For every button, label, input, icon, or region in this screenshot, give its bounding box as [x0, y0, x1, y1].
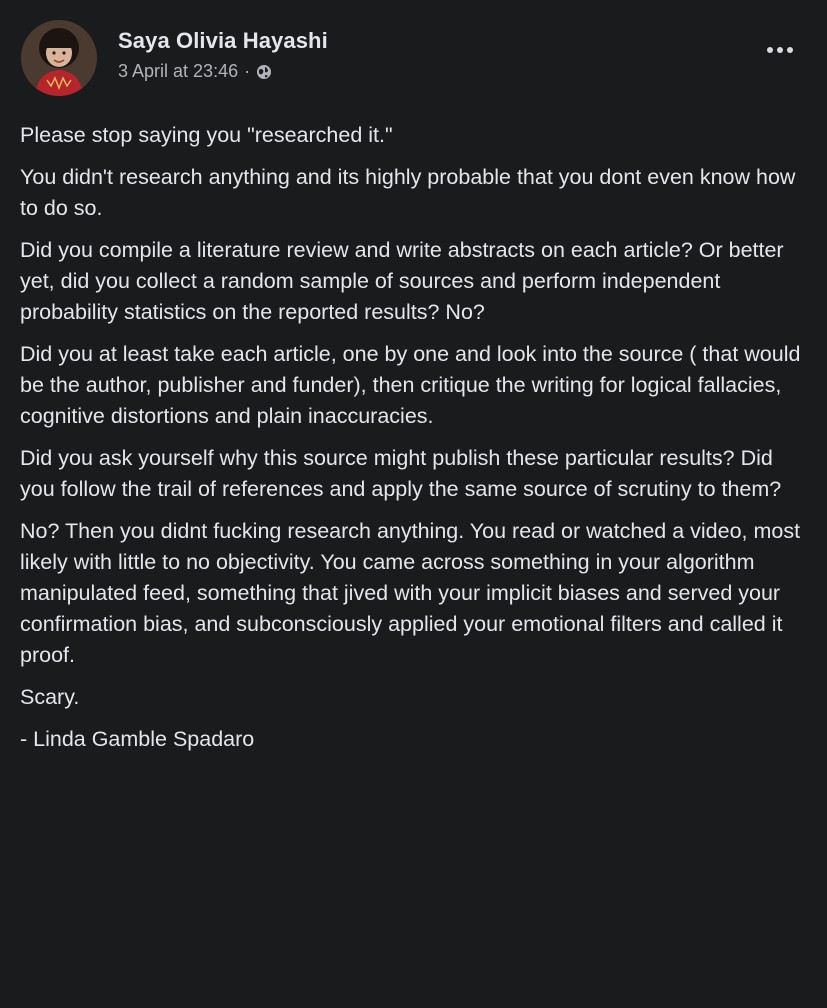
facebook-post: Saya Olivia Hayashi 3 April at 23:46 · P…	[0, 0, 827, 1008]
post-signature: - Linda Gamble Spadaro	[20, 727, 255, 751]
post-body: Please stop saying you "researched it." …	[20, 120, 810, 766]
globe-icon[interactable]	[256, 64, 272, 80]
post-paragraph: Scary.	[20, 685, 80, 709]
post-paragraph: You didn't research anything and its hig…	[20, 165, 796, 220]
post-header: Saya Olivia Hayashi 3 April at 23:46 ·	[18, 18, 808, 98]
author-avatar[interactable]	[21, 20, 97, 96]
post-paragraph: No? Then you didnt fucking research anyt…	[20, 519, 801, 667]
post-meta: 3 April at 23:46 ·	[118, 61, 272, 82]
post-paragraph: Did you at least take each article, one …	[20, 342, 801, 428]
post-paragraph: Did you ask yourself why this source mig…	[20, 446, 782, 501]
post-timestamp[interactable]: 3 April at 23:46	[118, 61, 238, 82]
avatar-image	[21, 20, 97, 96]
more-options-button[interactable]	[760, 38, 800, 62]
post-paragraph: Please stop saying you "researched it."	[20, 123, 393, 147]
author-name[interactable]: Saya Olivia Hayashi	[118, 28, 328, 54]
more-options-icon	[767, 47, 793, 53]
post-paragraph: Did you compile a literature review and …	[20, 238, 784, 324]
meta-separator: ·	[244, 61, 251, 81]
